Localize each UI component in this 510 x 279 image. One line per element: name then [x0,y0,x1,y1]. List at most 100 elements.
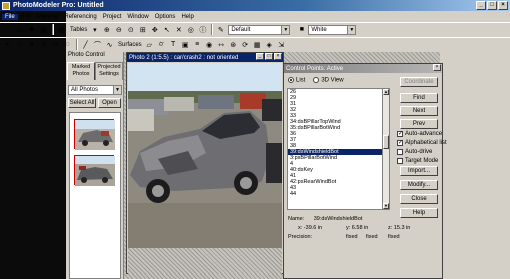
pen-icon[interactable]: ✎ [215,24,226,35]
photo-window-background [128,248,282,274]
alphabetical-list-label: Alphabetical list [405,140,447,146]
target-icon[interactable]: ◉ [204,39,215,50]
list-scrollbar[interactable]: ▲ ▼ [382,89,389,209]
scroll-up-icon[interactable]: ▲ [383,89,389,95]
target-mode-checkbox[interactable]: Target Mode [397,158,438,164]
find-button[interactable]: Find [400,93,438,103]
auto-advance-checkbox[interactable]: ✓ Auto-advance [397,131,442,137]
orient-icon[interactable]: ⊛ [228,39,239,50]
coordinate-z: z: 15.3 in [388,225,411,231]
refine-icon[interactable]: ◎ [185,24,196,35]
camera-icon[interactable]: ▣ [180,39,191,50]
checkbox-icon [397,158,403,164]
menu-marking[interactable]: Marking [34,14,61,20]
save-icon[interactable]: ■ [26,24,37,35]
zoom-window-icon[interactable]: ⊞ [137,24,148,35]
close-dialog-button[interactable]: Close [400,194,438,204]
text-icon[interactable]: T [168,39,179,50]
menu-referencing[interactable]: Referencing [61,14,99,20]
checkbox-icon: ✓ [397,131,404,137]
open-folder-icon[interactable]: ▭ [14,24,25,35]
photo-window-controls: _ □ × [256,53,282,60]
close-button[interactable]: × [433,64,441,71]
auto-drive-label: Auto-drive [405,149,433,155]
zoom-fit-icon[interactable]: ⊙ [125,24,136,35]
name-label: Name: [288,216,305,222]
radio-dot-icon [313,77,320,83]
cut-icon[interactable]: ✂ [50,39,61,50]
pointer-icon[interactable]: ↖ [161,24,172,35]
layers-icon[interactable]: ≡ [192,39,203,50]
scroll-down-icon[interactable]: ▼ [383,203,389,209]
grid-icon[interactable]: ▦ [56,24,67,35]
car-thumbnail-image [75,156,115,186]
import-button[interactable]: Import... [400,166,438,176]
target-mode-label: Target Mode [405,158,439,164]
control-point-item[interactable]: 44 [288,191,389,197]
prev-button[interactable]: Prev [400,119,438,129]
layer-combo-value: Default [231,26,251,33]
chevron-down-icon[interactable]: ▾ [89,24,100,35]
cross-icon[interactable]: ✕ [38,39,49,50]
crash-photo[interactable] [128,63,282,248]
color-combo[interactable]: White ▼ [308,24,357,35]
delete-mark-icon[interactable]: ✕ [26,39,37,50]
info-icon[interactable]: ⓘ [197,24,208,35]
point-mode-icon[interactable]: ⊹ [14,39,25,50]
select-all-button[interactable]: Select All [68,98,96,108]
coordinate-button[interactable]: Coordinate [400,77,438,87]
menu-bar: File Edit Marking Referencing Project Wi… [0,11,510,22]
menu-edit[interactable]: Edit [18,14,34,20]
new-file-icon[interactable]: ▫ [2,24,13,35]
minimize-button[interactable]: _ [256,53,264,60]
scroll-thumb[interactable] [383,135,389,149]
menu-help[interactable]: Help [178,14,196,20]
help-button[interactable]: Help [400,208,438,218]
photo-thumbnail[interactable] [74,119,115,150]
scale-icon[interactable]: ⇿ [216,39,227,50]
curve-icon[interactable]: ∿ [104,39,115,50]
menu-project[interactable]: Project [100,14,125,20]
export-icon[interactable]: ⇲ [276,39,287,50]
menu-window[interactable]: Window [124,14,151,20]
close-button[interactable]: × [498,1,508,10]
tab-projected-settings[interactable]: Projected Settings [95,62,123,80]
maximize-button[interactable]: □ [487,1,497,10]
maximize-button[interactable]: □ [265,53,273,60]
surfaces-label[interactable]: Surfaces [118,42,142,48]
pan-icon[interactable]: ✥ [149,24,160,35]
surface-icon[interactable]: ▱ [144,39,155,50]
next-button[interactable]: Next [400,106,438,116]
tab-marked-photos[interactable]: Marked Photos [67,62,95,80]
control-points-list[interactable]: 26 29 31 32 33 34:dsBPillarTopWind 35:dsBPilla… [287,88,390,210]
3d-view-radio[interactable]: 3D View [313,77,344,84]
color-swatch-icon[interactable]: ■ [296,24,307,35]
modify-button[interactable]: Modify... [400,180,438,190]
line-icon[interactable]: ╱ [80,39,91,50]
3d-view-icon[interactable]: ◈ [264,39,275,50]
mark-icon[interactable]: ✕ [173,24,184,35]
print-icon[interactable]: ▤ [38,24,49,35]
menu-options[interactable]: Options [152,14,179,20]
photo-thumbnail[interactable] [74,155,115,186]
alphabetical-list-checkbox[interactable]: ✓ Alphabetical list [397,140,447,146]
auto-drive-checkbox[interactable]: Auto-drive [397,149,432,155]
photo-filter-select[interactable]: All Photos ▼ [68,85,122,95]
control-points-dialog: Control Points: Active × List 3D View 26… [283,63,447,279]
open-button[interactable]: Open [98,98,121,108]
edge-icon[interactable]: ⌒ [92,39,103,50]
close-button[interactable]: × [274,53,282,60]
lasso-icon[interactable]: ◌ [62,39,73,50]
list-radio[interactable]: List [288,77,305,84]
minimize-button[interactable]: _ [476,1,486,10]
zoom-in-icon[interactable]: ⊕ [101,24,112,35]
zoom-out-icon[interactable]: ⊖ [113,24,124,35]
cylinder-icon[interactable]: ⌭ [156,39,167,50]
layer-combo[interactable]: Default ▼ [228,24,291,35]
process-icon[interactable]: ⟳ [240,39,251,50]
tables-label[interactable]: Tables [70,27,87,33]
coordinate-x: x: -39.6 in [298,225,323,231]
select-icon[interactable]: ↖ [2,39,13,50]
menu-file[interactable]: File [2,13,18,20]
table-icon[interactable]: ▦ [252,39,263,50]
